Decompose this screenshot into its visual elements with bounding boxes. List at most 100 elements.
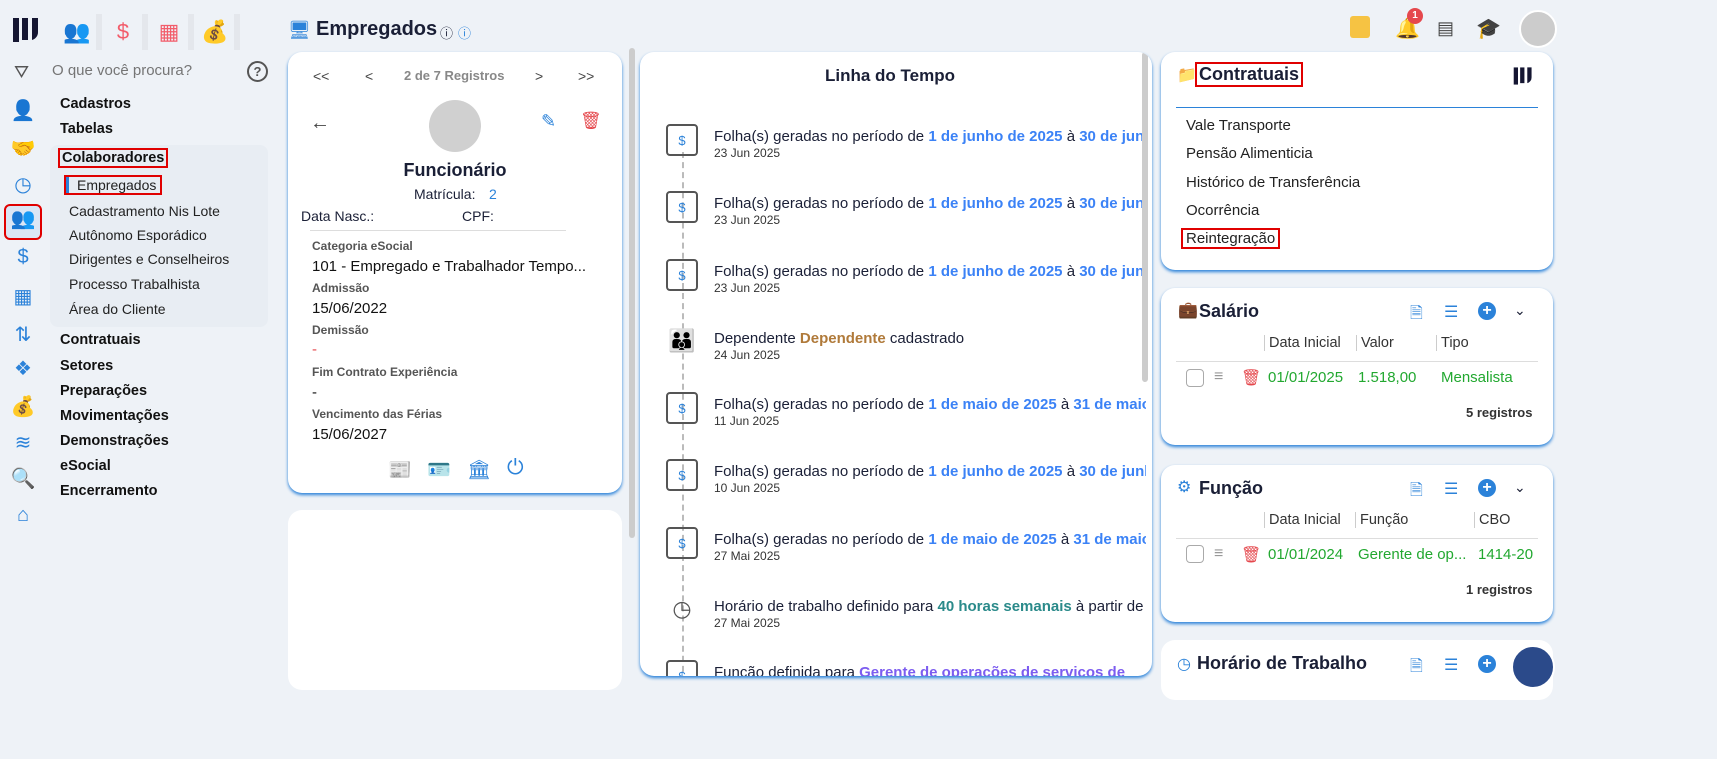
document-search-icon[interactable]: ▤ <box>1437 18 1454 39</box>
calculator-rail-icon[interactable]: ▦ <box>8 284 38 310</box>
timeline-date: 27 Mai 2025 <box>714 549 781 563</box>
help-circle-icon[interactable]: ⓘ <box>458 23 471 42</box>
row-delete-icon[interactable]: 🗑 <box>1241 545 1261 565</box>
people-icon[interactable]: 👥 <box>58 14 102 50</box>
back-arrow-icon[interactable]: ← <box>310 112 330 135</box>
doc-search-icon[interactable]: 🗎 <box>1410 479 1423 506</box>
chevron-down-icon[interactable]: ⌄ <box>1514 479 1526 496</box>
next-page-button[interactable]: > <box>535 68 543 84</box>
handshake-icon[interactable]: 🤝 <box>8 136 38 162</box>
gear-user-icon: ⚙ <box>1177 479 1192 496</box>
list-icon[interactable]: ☰ <box>1444 655 1458 675</box>
user-settings-icon[interactable]: 👤 <box>8 98 38 124</box>
field-label: Admissão <box>312 281 370 295</box>
folder-icon: 📁 <box>1177 67 1197 84</box>
timeline-item: ◷ Horário de trabalho definido para 40 h… <box>666 594 1146 644</box>
col-header: Valor <box>1356 335 1394 351</box>
row-checkbox[interactable] <box>1186 545 1204 563</box>
payroll-icon: $ <box>666 660 698 676</box>
cell: 01/01/2025 <box>1268 369 1344 386</box>
home-icon[interactable]: ⌂ <box>8 504 38 530</box>
nav-esocial[interactable]: eSocial <box>60 458 111 474</box>
timeline-text: Folha(s) geradas no período de 1 de junh… <box>714 263 1146 280</box>
info-icon[interactable]: ⓘ <box>440 23 453 42</box>
timeline-date: 23 Jun 2025 <box>714 213 781 227</box>
calculator-icon[interactable]: ▦ <box>150 14 194 50</box>
link-historico[interactable]: Histórico de Transferência <box>1186 174 1360 191</box>
nav-empregados[interactable]: Empregados <box>63 175 163 195</box>
search-input[interactable] <box>52 62 232 79</box>
money-bag-icon[interactable]: 💰 <box>196 14 240 50</box>
doc-search-icon[interactable]: 🗎 <box>1410 655 1423 682</box>
nav-movimentacoes[interactable]: Movimentações <box>60 408 169 424</box>
nav-demonstracoes[interactable]: Demonstrações <box>60 433 169 449</box>
network-icon[interactable]: ❖ <box>8 356 38 382</box>
drag-handle-icon[interactable]: ≡ <box>1214 545 1223 563</box>
first-page-button[interactable]: << <box>313 68 329 84</box>
nav-tabelas[interactable]: Tabelas <box>60 121 113 137</box>
delete-icon[interactable]: 🗑 <box>580 111 602 131</box>
dollar-circle-icon[interactable]: $ <box>8 246 38 272</box>
power-icon[interactable]: ⏻ <box>507 456 524 480</box>
row-delete-icon[interactable]: 🗑 <box>1241 368 1261 388</box>
nav-colaboradores[interactable]: Colaboradores <box>57 148 169 168</box>
employees-icon[interactable]: 👥 <box>4 204 42 240</box>
prev-page-button[interactable]: < <box>365 68 373 84</box>
link-reintegracao[interactable]: Reintegração <box>1180 228 1281 249</box>
nav-encerramento[interactable]: Encerramento <box>60 483 158 499</box>
graduation-cap-icon[interactable]: 🎓 <box>1476 16 1501 41</box>
timeline-scrollbar[interactable] <box>1142 52 1148 382</box>
nav-setores[interactable]: Setores <box>60 358 113 374</box>
clock-icon[interactable]: ◷ <box>8 172 38 198</box>
birthdate-label: Data Nasc.: <box>301 208 375 224</box>
row-checkbox[interactable] <box>1186 369 1204 387</box>
nav-processo[interactable]: Processo Trabalhista <box>69 276 200 292</box>
edit-icon[interactable]: ✎ <box>541 111 556 132</box>
id-card-icon[interactable]: 🪪 <box>427 458 451 482</box>
assistant-avatar[interactable] <box>1511 645 1555 689</box>
add-icon[interactable]: + <box>1478 479 1496 497</box>
link-pensao[interactable]: Pensão Alimenticia <box>1186 145 1313 162</box>
cell: Mensalista <box>1441 369 1513 386</box>
chevron-down-icon[interactable]: ⌄ <box>1514 302 1526 319</box>
last-page-button[interactable]: >> <box>578 68 594 84</box>
timeline-text: Folha(s) geradas no período de 1 de junh… <box>714 463 1146 480</box>
nav-preparacoes[interactable]: Preparações <box>60 383 147 399</box>
help-icon[interactable]: ? <box>247 61 268 82</box>
link-ocorrencia[interactable]: Ocorrência <box>1186 202 1259 219</box>
timeline-date: 27 Mai 2025 <box>714 616 781 630</box>
notes-icon[interactable] <box>1350 16 1370 38</box>
money-bag-rail-icon[interactable]: 💰 <box>8 394 38 420</box>
scrollbar[interactable] <box>629 48 635 538</box>
field-value: 101 - Empregado e Trabalhador Tempo... <box>312 258 587 275</box>
newspaper-icon[interactable]: 📰 <box>388 458 412 482</box>
nav-dirigentes[interactable]: Dirigentes e Conselheiros <box>69 251 229 267</box>
arrows-icon[interactable]: ⇅ <box>8 322 38 348</box>
layers-icon[interactable]: ≋ <box>8 430 38 456</box>
nav-autonomo[interactable]: Autônomo Esporádico <box>69 227 207 243</box>
add-icon[interactable]: + <box>1478 655 1496 673</box>
list-icon[interactable]: ☰ <box>1444 479 1458 499</box>
field-label: Demissão <box>312 323 369 337</box>
add-icon[interactable]: + <box>1478 302 1496 320</box>
timeline-date: 11 Jun 2025 <box>714 414 780 428</box>
dollar-icon[interactable]: $ <box>104 14 148 50</box>
nav-cadastramento-nis[interactable]: Cadastramento Nis Lote <box>69 203 220 219</box>
nav-cadastros[interactable]: Cadastros <box>60 96 131 112</box>
drag-handle-icon[interactable]: ≡ <box>1214 368 1223 386</box>
filter-icon[interactable]: ⛛ <box>14 62 29 83</box>
doc-search-icon[interactable]: 🗎 <box>1410 302 1423 329</box>
col-header: Data Inicial <box>1264 335 1341 351</box>
matricula-label: Matrícula: <box>414 186 476 202</box>
avatar[interactable] <box>1519 10 1557 48</box>
nav-contratuais[interactable]: Contratuais <box>60 332 141 348</box>
link-vale-transporte[interactable]: Vale Transporte <box>1186 117 1291 134</box>
timeline-text: Dependente Dependente cadastrado <box>714 330 965 347</box>
payroll-icon: $ <box>666 124 698 156</box>
search-rail-icon[interactable]: 🔍 <box>8 466 38 492</box>
field-value: 15/06/2027 <box>312 426 388 443</box>
bank-icon[interactable]: 🏛 <box>467 458 491 482</box>
nav-area-cliente[interactable]: Área do Cliente <box>69 301 166 317</box>
list-icon[interactable]: ☰ <box>1444 302 1458 322</box>
clock-icon: ◷ <box>672 596 692 621</box>
